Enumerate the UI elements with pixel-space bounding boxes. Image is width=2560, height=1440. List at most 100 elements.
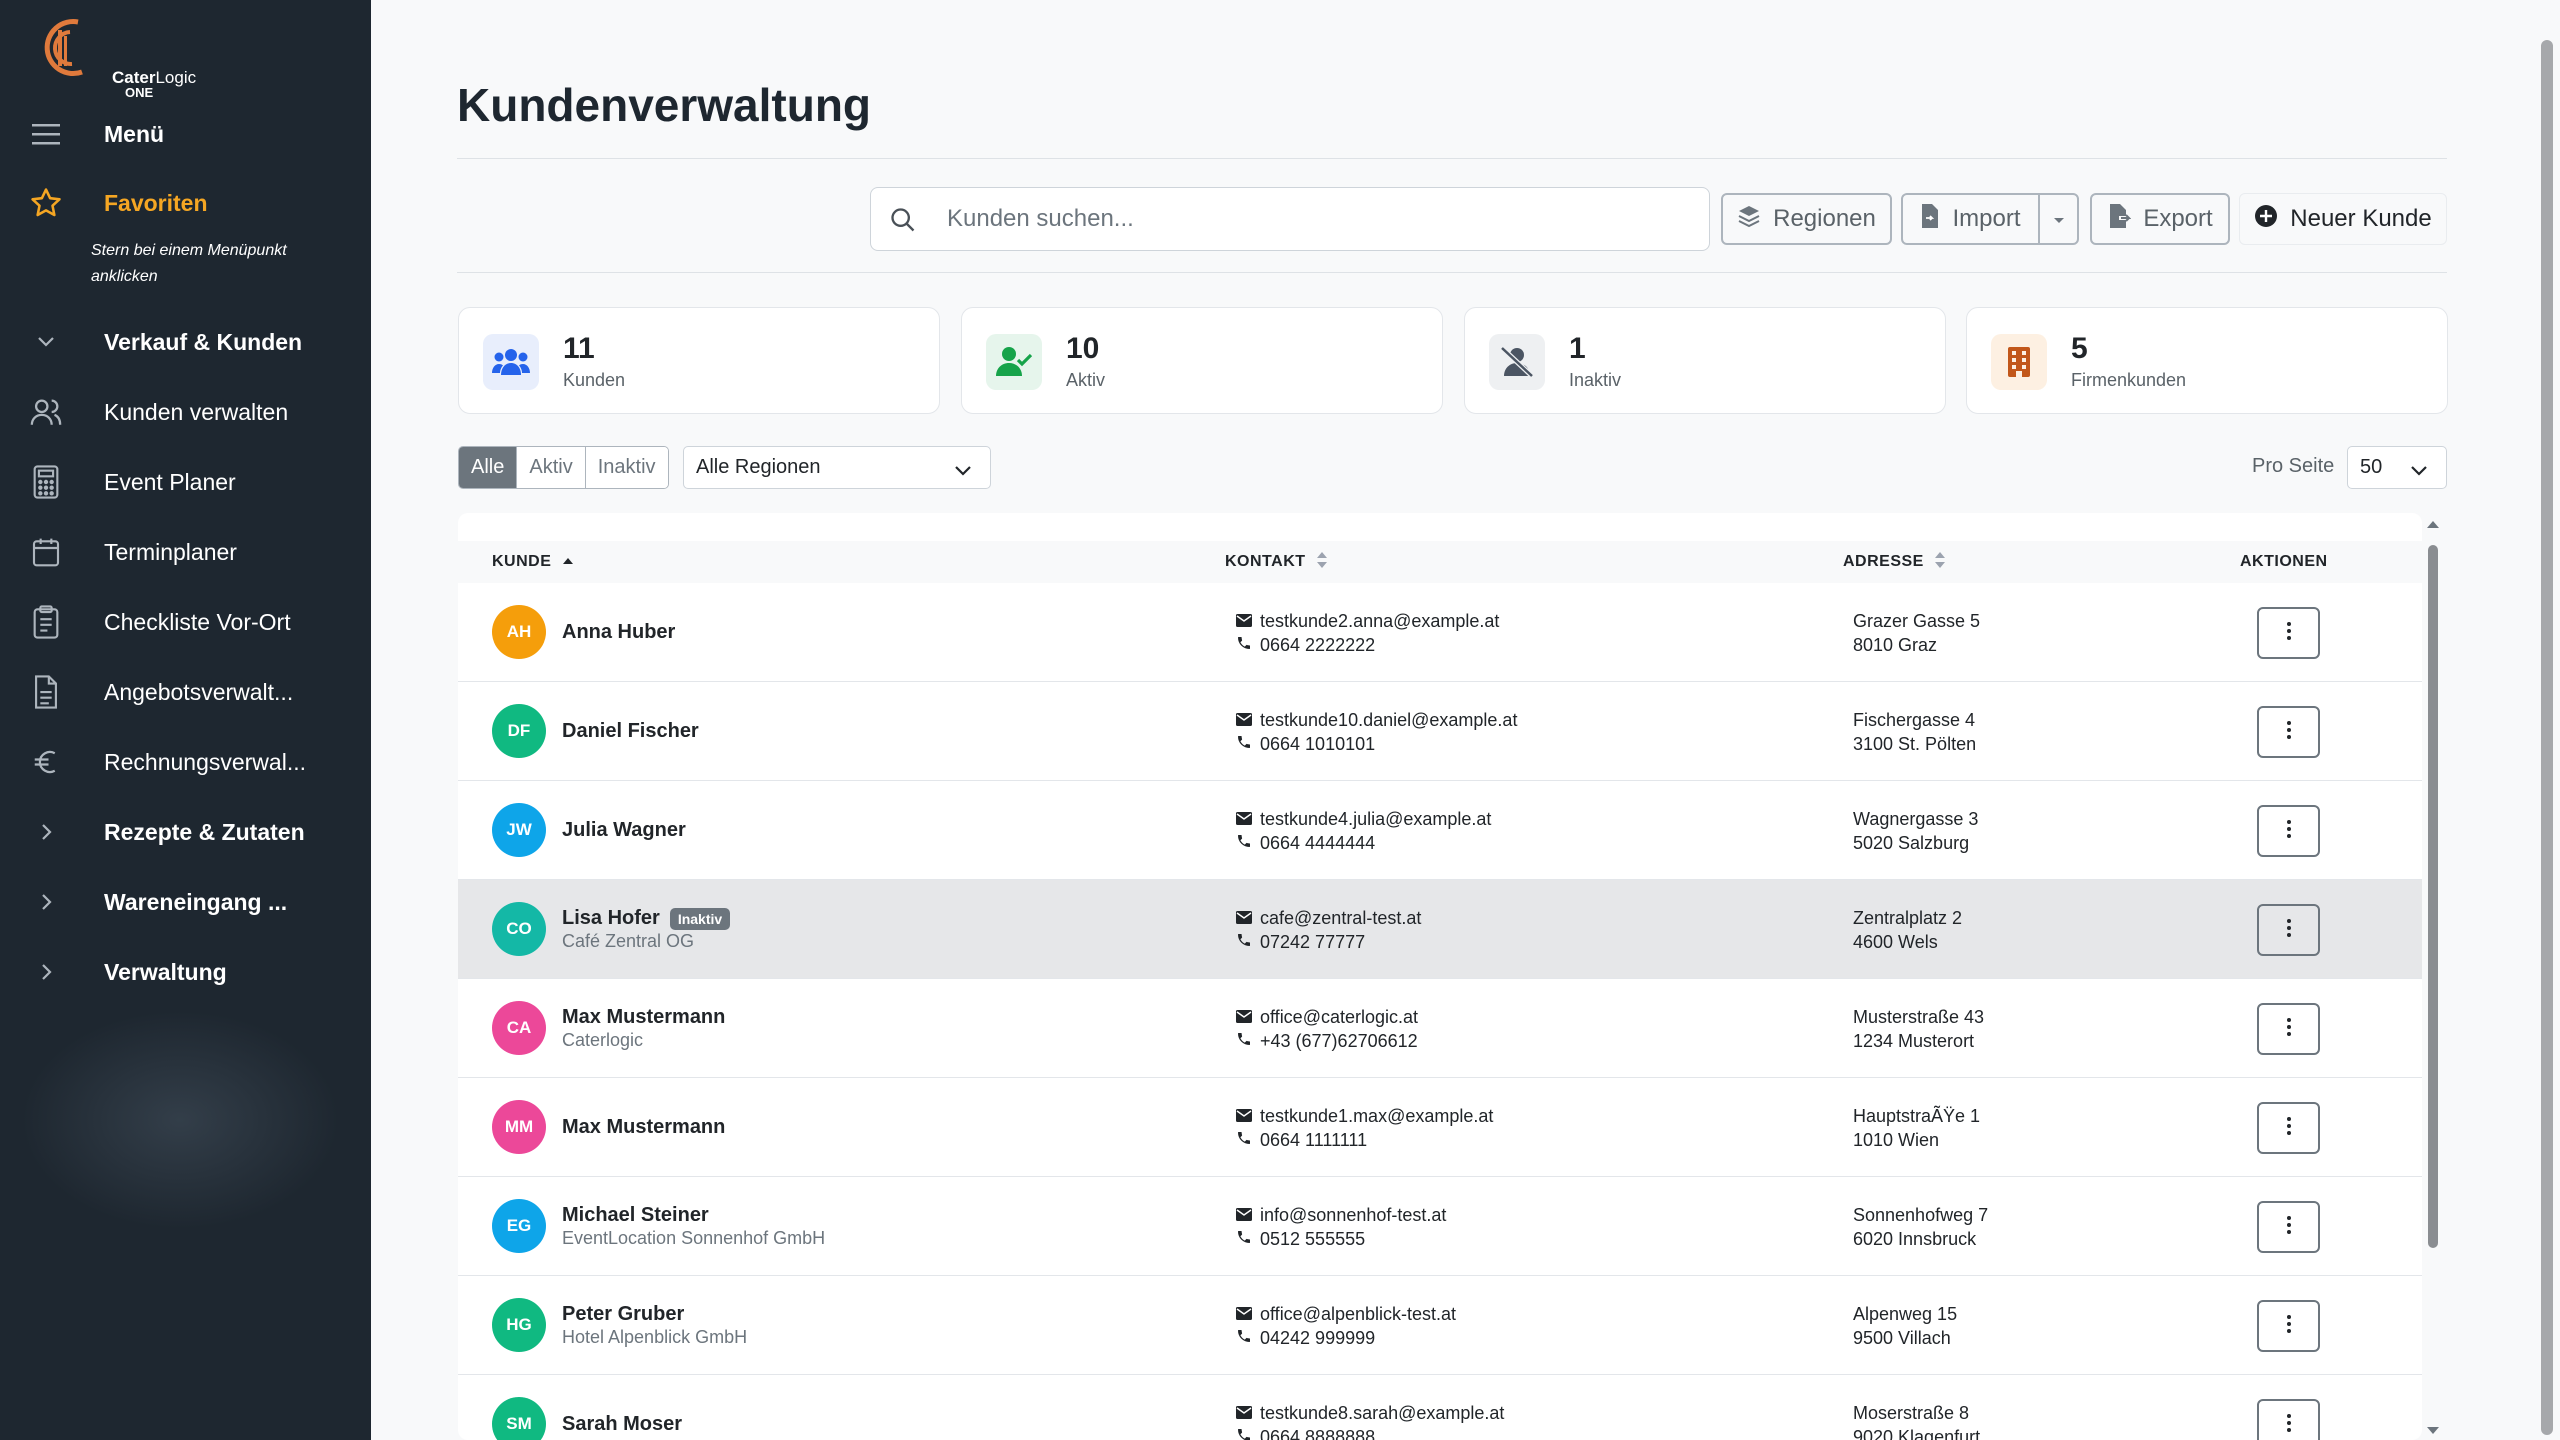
address-cell: Wagnergasse 3 5020 Salzburg xyxy=(1853,781,1978,880)
contact-cell: info@sonnenhof-test.at 0512 555555 xyxy=(1236,1177,1446,1276)
phone-icon xyxy=(1236,732,1252,756)
table-row[interactable]: HG Peter Gruber Hotel Alpenblick GmbH of… xyxy=(458,1276,2422,1375)
contact-email[interactable]: cafe@zentral-test.at xyxy=(1260,906,1421,930)
column-header-customer[interactable]: KUNDE xyxy=(492,541,575,583)
sidebar-decoration xyxy=(20,1010,340,1230)
column-header-contact[interactable]: KONTAKT xyxy=(1225,541,1328,583)
layers-icon xyxy=(1737,204,1761,235)
contact-email[interactable]: info@sonnenhof-test.at xyxy=(1260,1203,1446,1227)
contact-email[interactable]: testkunde10.daniel@example.at xyxy=(1260,708,1517,732)
customer-name[interactable]: Max Mustermann xyxy=(562,1006,725,1029)
phone-icon xyxy=(1236,633,1252,657)
table-row[interactable]: DF Daniel Fischer testkunde10.daniel@exa… xyxy=(458,682,2422,781)
contact-phone[interactable]: +43 (677)62706612 xyxy=(1260,1029,1418,1053)
sidebar-item-terminplaner[interactable]: Terminplaner xyxy=(0,527,371,577)
contact-phone[interactable]: 0664 1111111 xyxy=(1260,1128,1367,1152)
contact-email[interactable]: office@caterlogic.at xyxy=(1260,1005,1418,1029)
avatar: DF xyxy=(492,704,546,758)
sidebar-item-verkauf-kunden[interactable]: Verkauf & Kunden xyxy=(0,317,371,367)
export-button[interactable]: Export xyxy=(2090,193,2230,245)
table-scrollbar-thumb[interactable] xyxy=(2428,545,2438,1248)
filter-active[interactable]: Aktiv xyxy=(517,447,586,488)
table-row[interactable]: MM Max Mustermann testkunde1.max@example… xyxy=(458,1078,2422,1177)
customer-name[interactable]: Max Mustermann xyxy=(562,1116,725,1139)
sort-asc-icon xyxy=(561,553,575,571)
column-header-address[interactable]: ADRESSE xyxy=(1843,541,1946,583)
table-row[interactable]: CO Lisa Hofer Inaktiv Café Zentral OG ca… xyxy=(458,880,2422,979)
address-cell: HauptstraÃŸe 1 1010 Wien xyxy=(1853,1078,1980,1177)
contact-phone[interactable]: 0664 4444444 xyxy=(1260,831,1375,855)
sidebar-item-rezepte-zutaten[interactable]: Rezepte & Zutaten xyxy=(0,807,371,857)
import-dropdown-toggle[interactable] xyxy=(2038,193,2079,245)
page-scrollbar-thumb[interactable] xyxy=(2541,40,2553,1435)
envelope-icon xyxy=(1236,1401,1252,1425)
region-select[interactable]: Alle Regionen xyxy=(683,446,991,489)
sidebar-item-favorites[interactable]: Favoriten xyxy=(0,178,371,228)
customer-name[interactable]: Anna Huber xyxy=(562,621,675,644)
row-actions-button[interactable] xyxy=(2257,1102,2320,1154)
logo-mark-icon xyxy=(44,19,83,77)
row-actions-button[interactable] xyxy=(2257,904,2320,956)
sort-icon xyxy=(1316,551,1328,574)
contact-email[interactable]: testkunde4.julia@example.at xyxy=(1260,807,1491,831)
import-button[interactable]: Import xyxy=(1901,193,2040,245)
contact-email[interactable]: office@alpenblick-test.at xyxy=(1260,1302,1456,1326)
regions-button[interactable]: Regionen xyxy=(1721,193,1892,245)
sidebar-item-label: Terminplaner xyxy=(104,538,237,565)
contact-phone[interactable]: 07242 77777 xyxy=(1260,930,1365,954)
contact-email[interactable]: testkunde2.anna@example.at xyxy=(1260,609,1499,633)
filter-inactive[interactable]: Inaktiv xyxy=(585,447,668,488)
contact-cell: testkunde1.max@example.at 0664 1111111 xyxy=(1236,1078,1493,1177)
divider xyxy=(457,158,2447,159)
app-logo[interactable]: CaterLogic ONE xyxy=(34,14,196,100)
row-actions-button[interactable] xyxy=(2257,1201,2320,1253)
table-row[interactable]: CA Max Mustermann Caterlogic office@cate… xyxy=(458,979,2422,1078)
row-actions-button[interactable] xyxy=(2257,805,2320,857)
sidebar-item-angebotsverwaltung[interactable]: Angebotsverwalt... xyxy=(0,667,371,717)
customer-cell: Max Mustermann Caterlogic xyxy=(562,979,725,1078)
stat-card-companies: 5 Firmenkunden xyxy=(1966,307,2448,414)
per-page-label: Pro Seite xyxy=(2252,455,2335,477)
contact-phone[interactable]: 0512 555555 xyxy=(1260,1227,1365,1251)
kebab-menu-icon xyxy=(2286,1116,2292,1141)
sidebar-item-kunden-verwalten[interactable]: Kunden verwalten xyxy=(0,387,371,437)
sidebar-item-event-planer[interactable]: Event Planer xyxy=(0,457,371,507)
sidebar-item-wareneingang[interactable]: Wareneingang ... xyxy=(0,877,371,927)
customer-name[interactable]: Michael Steiner xyxy=(562,1204,825,1227)
stat-value: 10 xyxy=(1066,332,1100,365)
row-actions-button[interactable] xyxy=(2257,1399,2320,1440)
contact-email[interactable]: testkunde8.sarah@example.at xyxy=(1260,1401,1504,1425)
company-name: EventLocation Sonnenhof GmbH xyxy=(562,1228,826,1248)
customer-name[interactable]: Lisa Hofer Inaktiv xyxy=(562,907,731,930)
contact-phone[interactable]: 04242 999999 xyxy=(1260,1326,1375,1350)
calculator-icon xyxy=(26,462,66,502)
contact-phone[interactable]: 0664 1010101 xyxy=(1260,732,1375,756)
search-input[interactable] xyxy=(947,198,1687,240)
sidebar-item-verwaltung[interactable]: Verwaltung xyxy=(0,947,371,997)
row-actions-button[interactable] xyxy=(2257,1300,2320,1352)
row-actions-button[interactable] xyxy=(2257,1003,2320,1055)
customer-name[interactable]: Daniel Fischer xyxy=(562,720,699,743)
address-city: 9020 Klagenfurt xyxy=(1853,1426,1981,1440)
contact-phone[interactable]: 0664 2222222 xyxy=(1260,633,1375,657)
row-actions-button[interactable] xyxy=(2257,706,2320,758)
contact-email[interactable]: testkunde1.max@example.at xyxy=(1260,1104,1493,1128)
filter-all[interactable]: Alle xyxy=(459,447,518,488)
menu-toggle[interactable]: Menü xyxy=(0,109,371,159)
sidebar-item-checkliste[interactable]: Checkliste Vor-Ort xyxy=(0,597,371,647)
contact-phone[interactable]: 0664 8888888 xyxy=(1260,1425,1375,1440)
customer-name[interactable]: Sarah Moser xyxy=(562,1413,682,1436)
sidebar-item-label: Rechnungsverwal... xyxy=(104,748,306,775)
address-street: Zentralplatz 2 xyxy=(1853,907,1963,928)
table-row[interactable]: JW Julia Wagner testkunde4.julia@example… xyxy=(458,781,2422,880)
kebab-menu-icon xyxy=(2286,621,2292,646)
table-row[interactable]: EG Michael Steiner EventLocation Sonnenh… xyxy=(458,1177,2422,1276)
customer-name[interactable]: Peter Gruber xyxy=(562,1303,747,1326)
per-page-select[interactable]: 50 xyxy=(2347,446,2447,489)
table-row[interactable]: SM Sarah Moser testkunde8.sarah@example.… xyxy=(458,1375,2422,1440)
table-row[interactable]: AH Anna Huber testkunde2.anna@example.at… xyxy=(458,583,2422,682)
sidebar-item-rechnungsverwaltung[interactable]: Rechnungsverwal... xyxy=(0,737,371,787)
new-customer-button[interactable]: Neuer Kunde xyxy=(2239,193,2447,245)
customer-name[interactable]: Julia Wagner xyxy=(562,819,686,842)
row-actions-button[interactable] xyxy=(2257,607,2320,659)
